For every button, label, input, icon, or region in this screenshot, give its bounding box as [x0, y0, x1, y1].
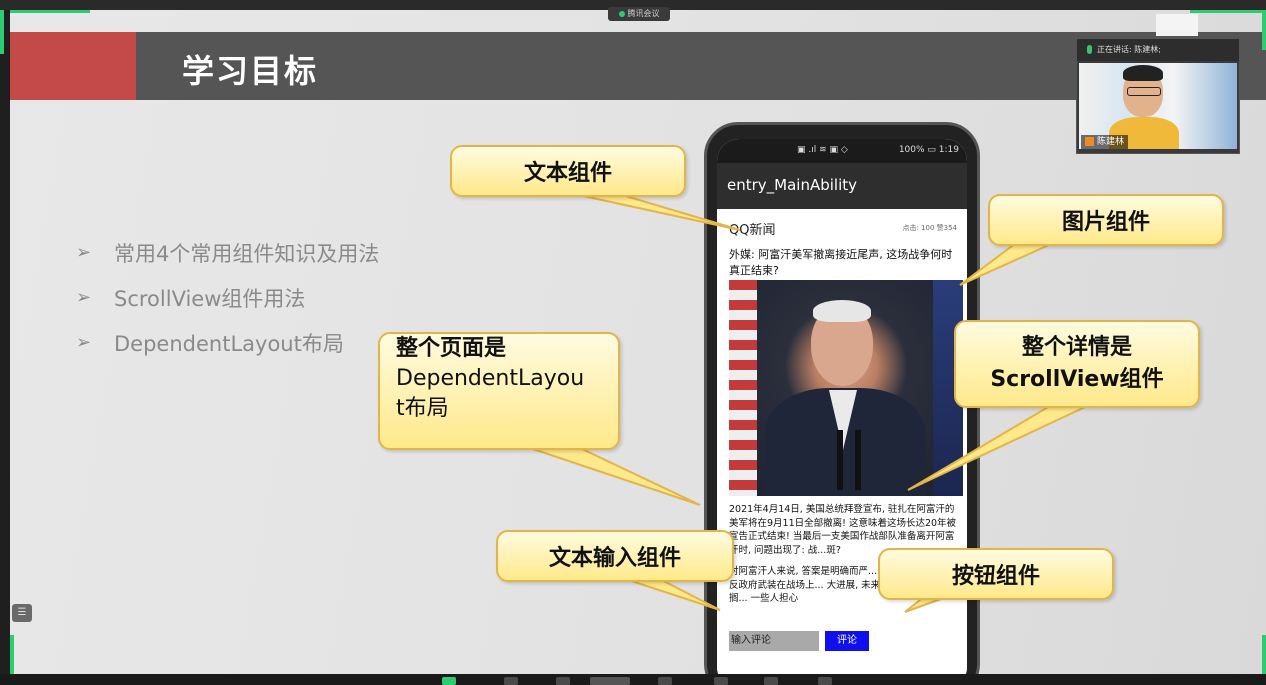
microphone-icon — [855, 430, 861, 490]
comment-input[interactable]: 输入评论 — [729, 631, 819, 651]
callout-page-layout: 整个页面是 DependentLayou t布局 — [378, 332, 620, 450]
status-dot-icon — [618, 10, 625, 17]
speaker-hair — [1123, 65, 1163, 81]
bullet-list: ➢ 常用4个常用组件知识及用法 ➢ ScrollView组件用法 ➢ Dependen… — [76, 230, 379, 365]
phone-nav-bar — [717, 663, 967, 674]
callout-line: 整个页面是 — [396, 336, 507, 361]
share-border — [1262, 635, 1266, 675]
slide-title-accent — [10, 32, 136, 100]
callout-text-input: 文本输入组件 — [496, 530, 734, 582]
mic-icon — [1087, 45, 1092, 54]
slide-title: 学习目标 — [182, 52, 319, 90]
battery-time: 100% ▭ 1:19 — [898, 145, 959, 155]
settings-icon[interactable] — [764, 677, 778, 685]
bullet-text: 常用4个常用组件知识及用法 — [114, 241, 380, 266]
callout-text-component: 文本组件 — [450, 145, 686, 197]
record-icon[interactable] — [658, 677, 672, 685]
screen-icon[interactable] — [590, 677, 630, 685]
bullet-item: ➢ DependentLayout布局 — [76, 320, 379, 365]
news-image — [729, 280, 963, 496]
gear-icon[interactable] — [818, 677, 832, 685]
share-border — [1190, 10, 1266, 13]
speaker-glasses — [1127, 87, 1161, 96]
signal-icons: ▣ .ıl ≋ ▣ ◇ — [797, 145, 848, 155]
callout-line: DependentLayou — [396, 366, 585, 391]
arrow-bullet-icon: ➢ — [76, 287, 92, 308]
window-tab[interactable] — [1156, 14, 1198, 36]
app-title-bar: entry_MainAbility — [717, 163, 967, 209]
share-border — [10, 10, 90, 13]
news-paragraph-end: 斑? — [826, 544, 841, 556]
share-border — [1262, 10, 1266, 50]
person-hair — [813, 300, 871, 322]
speaker-video[interactable]: 正在讲话: 陈建林; 陈建林 — [1076, 38, 1240, 154]
share-border — [10, 635, 14, 675]
meeting-toolbar — [0, 674, 1266, 685]
news-headline: 外媒: 阿富汗美军撤离接近尾声, 这场战争何时真正结束? — [729, 248, 953, 277]
meeting-app-label: 腾讯会议 — [627, 9, 660, 18]
bullet-item: ➢ ScrollView组件用法 — [76, 275, 379, 320]
bullet-text: DependentLayout布局 — [114, 331, 344, 356]
callout-line: t布局 — [396, 396, 449, 421]
participant-name: 陈建林 — [1097, 137, 1125, 147]
person-icon[interactable] — [504, 677, 518, 685]
bullet-item: ➢ 常用4个常用组件知识及用法 — [76, 230, 379, 275]
speaking-indicator: 正在讲话: 陈建林; — [1077, 39, 1239, 61]
person-icon[interactable] — [556, 677, 570, 685]
news-stats-text: 点击: 100 赞354 — [902, 224, 957, 232]
callout-button: 按钮组件 — [878, 548, 1114, 600]
arrow-bullet-icon: ➢ — [76, 242, 92, 263]
user-icon — [1085, 137, 1094, 146]
share-icon[interactable] — [442, 677, 456, 685]
app-title: entry_MainAbility — [727, 176, 858, 194]
arrow-bullet-icon: ➢ — [76, 332, 92, 353]
callout-line: 整个详情是 — [1021, 335, 1132, 360]
list-menu-icon[interactable]: ☰ — [12, 604, 32, 622]
comment-button[interactable]: 评论 — [825, 631, 869, 651]
news-source-text: QQ新闻 — [729, 223, 776, 238]
meeting-app-badge[interactable]: 腾讯会议 — [608, 7, 670, 21]
participant-name-tag: 陈建林 — [1081, 135, 1129, 149]
hand-icon[interactable] — [714, 677, 728, 685]
bullet-text: ScrollView组件用法 — [114, 286, 306, 311]
phone-status-bar: ▣ .ıl ≋ ▣ ◇ 100% ▭ 1:19 — [717, 139, 967, 163]
callout-line: ScrollView组件 — [990, 367, 1164, 392]
microphone-icon — [837, 430, 843, 490]
speaking-label: 正在讲话: 陈建林; — [1097, 45, 1161, 54]
flag-graphic — [729, 280, 757, 496]
callout-image-component: 图片组件 — [988, 194, 1224, 246]
share-border — [0, 10, 4, 54]
callout-scrollview: 整个详情是 ScrollView组件 — [954, 320, 1200, 408]
